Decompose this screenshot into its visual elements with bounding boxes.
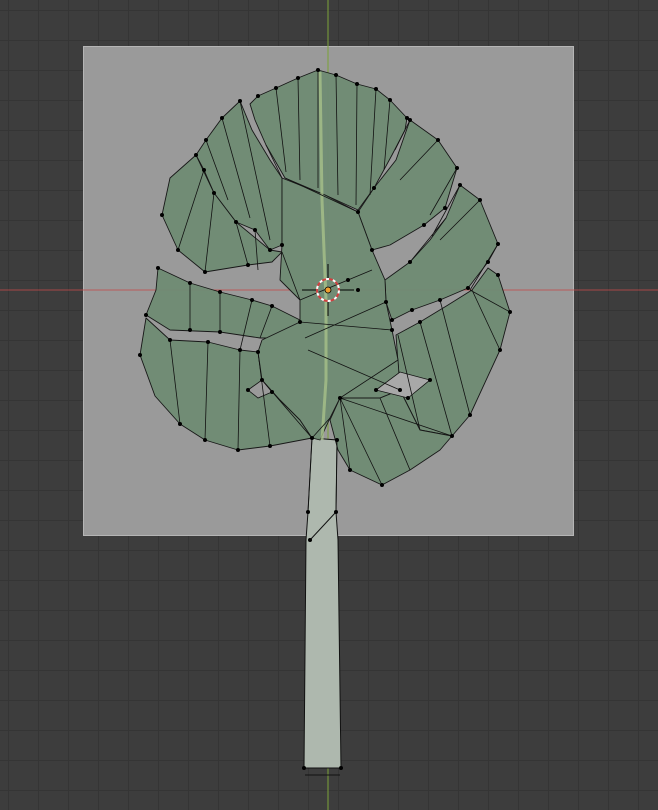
3d-viewport[interactable]: [0, 0, 658, 810]
scene-canvas[interactable]: [0, 0, 658, 810]
origin-point-icon: [324, 286, 332, 294]
leaf-mesh[interactable]: [138, 68, 512, 776]
